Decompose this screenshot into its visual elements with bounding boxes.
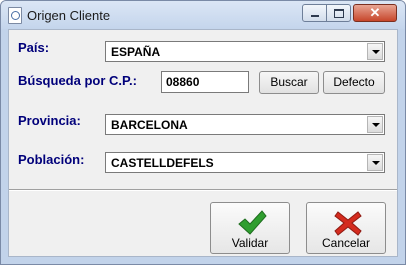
divider [9,189,397,191]
cancelar-label: Cancelar [321,236,371,250]
x-icon [334,211,362,236]
close-icon: ✕ [369,5,381,20]
checkmark-icon [238,210,267,235]
pais-select[interactable]: ESPAÑA [105,41,385,62]
validar-button[interactable]: Validar [210,202,290,254]
title-bar[interactable]: Origen Cliente ✕ [1,1,405,29]
defecto-button[interactable]: Defecto [323,71,385,94]
provincia-select[interactable]: BARCELONA [105,114,385,135]
dialog-body: País: ESPAÑA Búsqueda por C.P.: 08860 Bu… [8,29,398,257]
maximize-icon [327,5,350,21]
provincia-label: Provincia: [18,113,81,128]
close-button[interactable]: ✕ [353,4,397,22]
chevron-down-icon[interactable] [367,43,383,60]
chevron-down-icon[interactable] [367,154,383,171]
buscar-button[interactable]: Buscar [259,71,319,94]
document-icon [8,7,22,24]
minimize-button[interactable] [302,4,327,22]
poblacion-select[interactable]: CASTELLDEFELS [105,152,385,173]
postal-code-input[interactable]: 08860 [161,71,249,93]
busqueda-cp-label: Búsqueda por C.P.: [18,73,137,88]
validar-label: Validar [231,236,269,250]
window: Origen Cliente ✕ País: ESPAÑA Búsqueda p… [0,0,406,265]
pais-value: ESPAÑA [111,45,161,59]
minimize-icon [303,5,326,21]
chevron-down-icon[interactable] [367,116,383,133]
poblacion-label: Población: [18,152,85,167]
provincia-value: BARCELONA [111,118,188,132]
poblacion-value: CASTELLDEFELS [111,156,214,170]
pais-label: País: [18,40,50,55]
maximize-button[interactable] [326,4,351,22]
postal-code-value: 08860 [166,75,200,89]
cancelar-button[interactable]: Cancelar [306,202,386,254]
window-title: Origen Cliente [27,8,111,23]
